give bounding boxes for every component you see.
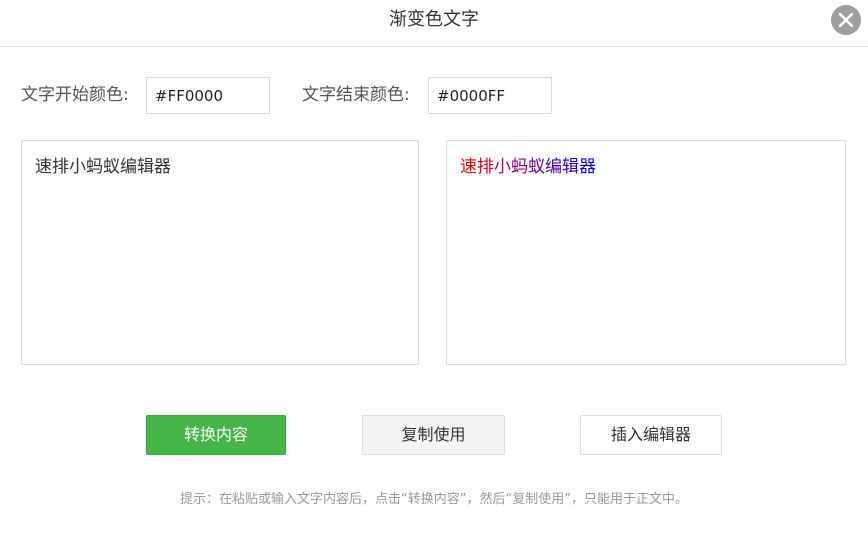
gradient-char: 排 bbox=[477, 157, 494, 177]
convert-button[interactable]: 转换内容 bbox=[146, 415, 286, 455]
gradient-char: 小 bbox=[494, 157, 511, 177]
gradient-char: 蚂 bbox=[511, 157, 528, 177]
color-settings-row: 文字开始颜色: 文字结束颜色: bbox=[0, 77, 868, 114]
gradient-preview-text: 速排小蚂蚁编辑器 bbox=[460, 155, 596, 179]
gradient-preview-area[interactable]: 速排小蚂蚁编辑器 bbox=[446, 140, 846, 365]
start-color-input[interactable] bbox=[146, 77, 270, 114]
end-color-label: 文字结束颜色: bbox=[302, 85, 410, 105]
close-button[interactable] bbox=[831, 5, 861, 35]
close-icon bbox=[839, 13, 853, 27]
gradient-char: 器 bbox=[579, 157, 596, 177]
title-bar: 渐变色文字 bbox=[0, 0, 868, 47]
gradient-char: 蚁 bbox=[528, 157, 545, 177]
gradient-text-dialog: 渐变色文字 文字开始颜色: 文字结束颜色: 速排小蚂蚁编辑器 速排小蚂蚁编辑器 … bbox=[0, 0, 868, 545]
hint-text: 提示：在粘贴或输入文字内容后，点击“转换内容”，然后“复制使用”，只能用于正文中… bbox=[180, 492, 688, 507]
source-text-area[interactable]: 速排小蚂蚁编辑器 bbox=[21, 140, 419, 365]
copy-button[interactable]: 复制使用 bbox=[362, 415, 505, 455]
start-color-label: 文字开始颜色: bbox=[21, 85, 129, 105]
gradient-char: 速 bbox=[460, 157, 477, 177]
gradient-char: 编 bbox=[545, 157, 562, 177]
gradient-char: 辑 bbox=[562, 157, 579, 177]
insert-editor-button[interactable]: 插入编辑器 bbox=[580, 415, 722, 455]
source-text: 速排小蚂蚁编辑器 bbox=[35, 157, 171, 177]
dialog-title: 渐变色文字 bbox=[389, 9, 479, 30]
end-color-input[interactable] bbox=[428, 77, 552, 114]
